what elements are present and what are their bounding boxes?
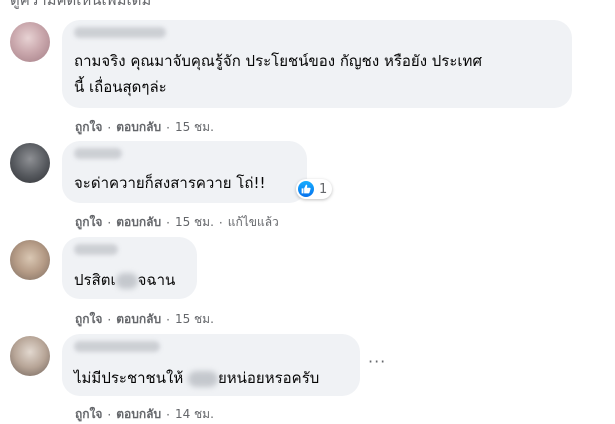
reply-link[interactable]: ตอบกลับ: [116, 213, 161, 232]
separator-dot: ·: [107, 312, 112, 327]
like-link[interactable]: ถูกใจ: [75, 213, 102, 232]
commenter-name-blurred[interactable]: [74, 148, 122, 159]
comment-text-part: ยหน่อยหรอครับ: [217, 369, 320, 387]
commenter-name-blurred[interactable]: [74, 341, 160, 352]
comment-text: ปรสิตเ จฉาน: [74, 269, 175, 291]
comment-text: นี้ เถื่อนสุดๆล่ะ: [74, 78, 167, 96]
separator-dot: ·: [166, 120, 170, 135]
separator-dot: ·: [218, 215, 223, 230]
avatar[interactable]: [10, 143, 50, 183]
commenter-name-blurred[interactable]: [74, 27, 166, 38]
separator-dot: ·: [166, 407, 170, 422]
separator-dot: ·: [107, 407, 112, 422]
like-link[interactable]: ถูกใจ: [75, 118, 102, 137]
avatar[interactable]: [10, 240, 50, 280]
timestamp[interactable]: 15 ชม.: [175, 118, 214, 137]
comment-text: ถามจริง คุณมาจับคุณรู้จัก ประโยชน์ของ กั…: [74, 52, 482, 70]
comment-text: จะด่าควายก็สงสารควาย โถ่!!: [74, 174, 266, 192]
like-icon: [298, 181, 314, 197]
redacted-blur: [187, 370, 218, 387]
reaction-summary[interactable]: 1: [296, 179, 333, 199]
timestamp[interactable]: 15 ชม.: [175, 310, 214, 329]
comment-text: ไม่มีประชาชนให้ ยหน่อยหรอครับ: [74, 367, 319, 389]
like-link[interactable]: ถูกใจ: [75, 310, 102, 329]
comment-bubble: จะด่าควายก็สงสารควาย โถ่!!: [62, 141, 307, 203]
comment-text-part: ปรสิตเ: [74, 271, 116, 289]
like-link[interactable]: ถูกใจ: [75, 405, 102, 424]
reply-link[interactable]: ตอบกลับ: [116, 405, 161, 424]
comment-bubble: ถามจริง คุณมาจับคุณรู้จัก ประโยชน์ของ กั…: [62, 20, 572, 108]
timestamp[interactable]: 14 ชม.: [175, 405, 214, 424]
timestamp[interactable]: 15 ชม.: [175, 213, 214, 232]
edited-label[interactable]: แก้ไขแล้ว: [228, 213, 279, 232]
view-more-comments-link[interactable]: ดูความคิดเห็นเพิ่มเติม: [10, 0, 151, 12]
avatar[interactable]: [10, 22, 50, 62]
reaction-count: 1: [319, 181, 328, 197]
reply-link[interactable]: ตอบกลับ: [116, 310, 161, 329]
comment-actions: ถูกใจ · ตอบกลับ · 14 ชม.: [75, 405, 214, 424]
comment-text-part: จฉาน: [137, 271, 176, 289]
comment-text-part: ไม่มีประชาชนให้: [74, 369, 188, 387]
separator-dot: ·: [107, 120, 112, 135]
comment-actions: ถูกใจ · ตอบกลับ · 15 ชม.: [75, 118, 214, 137]
redacted-blur: [115, 272, 138, 289]
comment-actions: ถูกใจ · ตอบกลับ · 15 ชม.: [75, 310, 214, 329]
separator-dot: ·: [166, 215, 170, 230]
reply-link[interactable]: ตอบกลับ: [116, 118, 161, 137]
avatar[interactable]: [10, 336, 50, 376]
comment-actions: ถูกใจ · ตอบกลับ · 15 ชม. · แก้ไขแล้ว: [75, 213, 279, 232]
separator-dot: ·: [166, 312, 170, 327]
comment-bubble: ไม่มีประชาชนให้ ยหน่อยหรอครับ: [62, 334, 360, 396]
commenter-name-blurred[interactable]: [74, 244, 118, 255]
separator-dot: ·: [107, 215, 112, 230]
more-options-icon[interactable]: ···: [368, 352, 386, 371]
comment-bubble: ปรสิตเ จฉาน: [62, 237, 197, 299]
